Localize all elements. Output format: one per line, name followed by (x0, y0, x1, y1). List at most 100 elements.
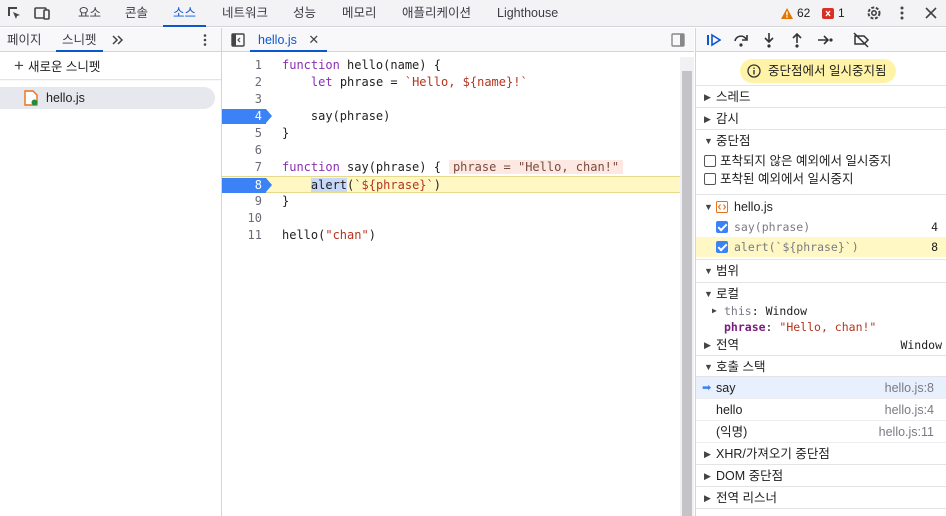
call-frame[interactable]: (익명) hello.js:11 (696, 421, 946, 443)
code-line[interactable]: 7 function say(phrase) {phrase = "Hello, … (222, 159, 680, 176)
expand-triangle-icon: ▶ (704, 92, 711, 102)
tab-application[interactable]: 애플리케이션 (402, 0, 471, 27)
toggle-debugger-icon[interactable] (671, 33, 685, 47)
scope-local[interactable]: ▼ 로컬 (696, 285, 946, 303)
close-devtools-icon[interactable] (922, 4, 940, 22)
code-line[interactable]: 4 say(phrase) (222, 108, 680, 125)
resume-icon[interactable] (705, 31, 723, 49)
expand-triangle-icon: ▶ (712, 306, 717, 315)
tab-memory[interactable]: 메모리 (342, 0, 377, 27)
toggle-navigator-icon[interactable] (231, 33, 245, 47)
expand-triangle-icon: ▶ (704, 340, 711, 350)
section-label: 중단점 (716, 134, 751, 148)
tab-elements[interactable]: 요소 (78, 0, 101, 27)
section-watch[interactable]: ▶ 감시 (696, 108, 946, 130)
snippet-list: hello.js (0, 81, 221, 516)
more-options-icon[interactable] (893, 4, 911, 22)
collapse-triangle-icon: ▼ (704, 362, 713, 372)
pause-uncaught-option[interactable]: 포착되지 않은 예외에서 일시중지 (696, 152, 946, 170)
editor-tab-hello[interactable]: hello.js ✕ (250, 28, 328, 52)
editor-scrollbar[interactable] (680, 57, 694, 516)
scope-global[interactable]: ▶ 전역 Window (696, 335, 946, 355)
code-line[interactable]: 2 let phrase = `Hello, ${name}!` (222, 74, 680, 91)
frame-location[interactable]: hello.js:4 (885, 399, 934, 421)
pause-caught-checkbox[interactable] (704, 173, 716, 185)
breakpoint-checkbox[interactable] (716, 221, 728, 233)
code-line[interactable]: 6 (222, 142, 680, 159)
close-tab-icon[interactable]: ✕ (308, 32, 319, 47)
scope-value: "Hello, chan!" (779, 320, 877, 334)
section-label: 호출 스택 (716, 360, 766, 374)
tab-snippets[interactable]: 스니펫 (56, 28, 102, 52)
breakpoint-item-active[interactable]: alert(`${phrase}`) 8 (696, 237, 946, 257)
current-frame-arrow-icon: ➡ (702, 382, 712, 394)
navigator-menu-icon[interactable] (198, 33, 212, 47)
collapse-triangle-icon: ▼ (704, 202, 713, 212)
scope-this[interactable]: ▶ this: Window (696, 303, 946, 319)
frame-location[interactable]: hello.js:8 (885, 377, 934, 399)
editor-tabs: hello.js ✕ (222, 28, 694, 52)
step-into-icon[interactable] (760, 31, 778, 49)
section-threads[interactable]: ▶ 스레드 (696, 86, 946, 108)
pause-caught-option[interactable]: 포착된 예외에서 일시중지 (696, 170, 946, 188)
section-label: 감시 (716, 112, 740, 126)
line-code: } (282, 126, 290, 140)
option-label: 포착된 예외에서 일시중지 (720, 172, 854, 186)
snippet-file-hello[interactable]: hello.js (0, 87, 215, 109)
section-call-stack[interactable]: ▼ 호출 스택 (696, 355, 946, 377)
section-scope[interactable]: ▼ 범위 (696, 260, 946, 282)
call-frame-active[interactable]: ➡ say hello.js:8 (696, 377, 946, 399)
section-dom-breakpoints[interactable]: ▶ DOM 중단점 (696, 465, 946, 487)
section-breakpoints[interactable]: ▼ 중단점 (696, 130, 946, 152)
tab-sources[interactable]: 소스 (162, 0, 207, 27)
code-line[interactable]: 11 hello("chan") (222, 227, 680, 244)
code-line[interactable]: 3 (222, 91, 680, 108)
warning-icon (781, 8, 793, 19)
tab-lighthouse[interactable]: Lighthouse (497, 0, 558, 27)
step-out-icon[interactable] (788, 31, 806, 49)
call-frame[interactable]: hello hello.js:4 (696, 399, 946, 421)
inline-variable-value: phrase = "Hello, chan!" (448, 160, 624, 174)
step-over-icon[interactable] (732, 31, 750, 49)
code-lines: 1 function hello(name) { 2 let phrase = `… (222, 57, 680, 244)
paused-banner: 중단점에서 일시중지됨 (696, 52, 946, 86)
breakpoint-checkbox[interactable] (716, 241, 728, 253)
inspect-element-icon[interactable] (5, 4, 23, 22)
breakpoint-code: say(phrase) (734, 220, 811, 234)
line-number: 6 (254, 143, 262, 157)
more-tabs-chevron-icon[interactable] (111, 33, 125, 47)
code-line[interactable]: 10 (222, 210, 680, 227)
scope-key: this (724, 304, 752, 318)
scrollbar-thumb[interactable] (682, 71, 692, 516)
collapse-triangle-icon: ▼ (704, 289, 713, 299)
tab-page[interactable]: 페이지 (7, 28, 42, 52)
device-toolbar-icon[interactable] (33, 4, 51, 22)
frame-name: say (716, 381, 736, 395)
line-code: } (282, 194, 290, 208)
errors-count: 1 (838, 6, 845, 20)
deactivate-breakpoints-icon[interactable] (852, 31, 870, 49)
breakpoint-file-name: hello.js (734, 200, 773, 214)
section-xhr-breakpoints[interactable]: ▶ XHR/가져오기 중단점 (696, 443, 946, 465)
breakpoint-file-group[interactable]: ▼ hello.js (696, 197, 946, 217)
line-number: 1 (254, 58, 262, 72)
settings-gear-icon[interactable] (865, 4, 883, 22)
new-snippet-button[interactable]: + 새로운 스니펫 (0, 52, 221, 80)
pause-uncaught-checkbox[interactable] (704, 155, 716, 167)
option-label: 포착되지 않은 예외에서 일시중지 (720, 154, 892, 168)
breakpoint-item[interactable]: say(phrase) 4 (696, 217, 946, 237)
tab-network[interactable]: 네트워크 (222, 0, 268, 27)
scope-phrase[interactable]: phrase: "Hello, chan!" (696, 319, 946, 335)
line-code: say(phrase) (282, 109, 391, 123)
tab-console[interactable]: 콘솔 (125, 0, 148, 27)
frame-location[interactable]: hello.js:11 (879, 421, 934, 443)
tab-performance[interactable]: 성능 (293, 0, 316, 27)
code-line[interactable]: 1 function hello(name) { (222, 57, 680, 74)
step-icon[interactable] (816, 31, 834, 49)
info-icon (747, 64, 761, 78)
section-global-listeners[interactable]: ▶ 전역 리스너 (696, 487, 946, 509)
code-line-paused[interactable]: 8 alert(`${phrase}`) (222, 176, 680, 193)
code-line[interactable]: 9} (222, 193, 680, 210)
snippet-file-name: hello.js (46, 91, 85, 105)
code-line[interactable]: 5} (222, 125, 680, 142)
